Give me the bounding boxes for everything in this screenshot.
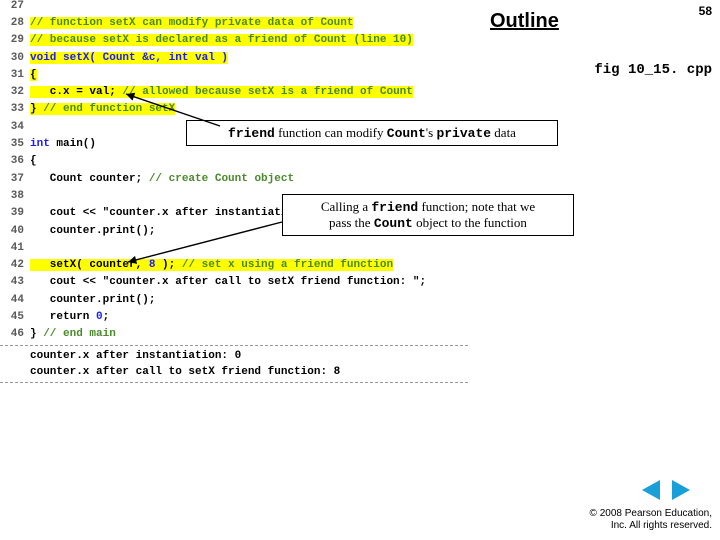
code-row: 46 } // end main xyxy=(0,326,468,343)
line-number: 32 xyxy=(0,86,24,98)
line-number: 43 xyxy=(0,276,24,288)
program-output: counter.x after instantiation: 0 xyxy=(30,348,468,364)
outline-heading: Outline xyxy=(490,10,559,33)
line-number: 37 xyxy=(0,173,24,185)
code-row: 43 cout << "counter.x after call to setX… xyxy=(0,274,468,291)
code-row: 41 xyxy=(0,239,468,256)
code-row: 27 xyxy=(0,0,468,14)
copyright: © 2008 Pearson Education, Inc. All right… xyxy=(590,508,712,532)
code-text: // function setX can modify private data… xyxy=(30,17,353,29)
code-text: } // end function setX xyxy=(30,103,175,115)
code-row: 45 return 0; xyxy=(0,308,468,325)
callout-friend-modify: friend function can modify Count's priva… xyxy=(186,120,558,146)
program-output: counter.x after call to setX friend func… xyxy=(30,364,468,380)
line-number: 45 xyxy=(0,311,24,323)
code-text: { xyxy=(30,155,37,167)
line-number: 44 xyxy=(0,294,24,306)
line-number: 31 xyxy=(0,69,24,81)
code-text: return 0; xyxy=(30,311,109,323)
triangle-left-icon xyxy=(642,480,660,500)
code-text: int main() xyxy=(30,138,96,150)
figure-label: fig 10_15. cpp xyxy=(594,62,712,78)
code-row: 36 { xyxy=(0,153,468,170)
code-text: cout << "counter.x after call to setX fr… xyxy=(30,276,426,288)
code-text: counter.print(); xyxy=(30,225,155,237)
code-text: { xyxy=(30,69,37,81)
line-number: 34 xyxy=(0,121,24,133)
code-text: c.x = val; // allowed because setX is a … xyxy=(30,86,413,98)
triangle-right-icon xyxy=(672,480,690,500)
code-row: 33 } // end function setX xyxy=(0,101,468,118)
line-number: 41 xyxy=(0,242,24,254)
line-number: 42 xyxy=(0,259,24,271)
line-number: 40 xyxy=(0,225,24,237)
code-row: 32 c.x = val; // allowed because setX is… xyxy=(0,83,468,100)
code-row: 37 Count counter; // create Count object xyxy=(0,170,468,187)
line-number: 28 xyxy=(0,17,24,29)
line-number: 39 xyxy=(0,207,24,219)
prev-button[interactable] xyxy=(642,480,666,500)
code-text: counter.print(); xyxy=(30,294,155,306)
code-text: } // end main xyxy=(30,328,116,340)
line-number: 38 xyxy=(0,190,24,202)
line-number: 33 xyxy=(0,103,24,115)
code-row: 42 setX( counter, 8 ); // set x using a … xyxy=(0,256,468,273)
code-listing: 27 28 // function setX can modify private … xyxy=(0,0,468,385)
code-text: setX( counter, 8 ); // set x using a fri… xyxy=(30,259,393,271)
line-number: 36 xyxy=(0,155,24,167)
code-row: 28 // function setX can modify private da… xyxy=(0,14,468,31)
code-text: // because setX is declared as a friend … xyxy=(30,34,413,46)
slide: 58 Outline fig 10_15. cpp 27 28 // functio… xyxy=(0,0,720,540)
code-row: 30 void setX( Count &c, int val ) xyxy=(0,49,468,66)
callout-calling-friend: Calling a friend function; note that we … xyxy=(282,194,574,236)
line-number: 30 xyxy=(0,52,24,64)
line-number: 29 xyxy=(0,34,24,46)
line-number: 27 xyxy=(0,0,24,12)
code-text: void setX( Count &c, int val ) xyxy=(30,52,228,64)
slide-number: 58 xyxy=(699,4,712,18)
line-number: 46 xyxy=(0,328,24,340)
code-row: 29 // because setX is declared as a frien… xyxy=(0,32,468,49)
code-row: 31 { xyxy=(0,66,468,83)
code-text: Count counter; // create Count object xyxy=(30,173,294,185)
next-button[interactable] xyxy=(672,480,696,500)
code-row: 44 counter.print(); xyxy=(0,291,468,308)
line-number: 35 xyxy=(0,138,24,150)
